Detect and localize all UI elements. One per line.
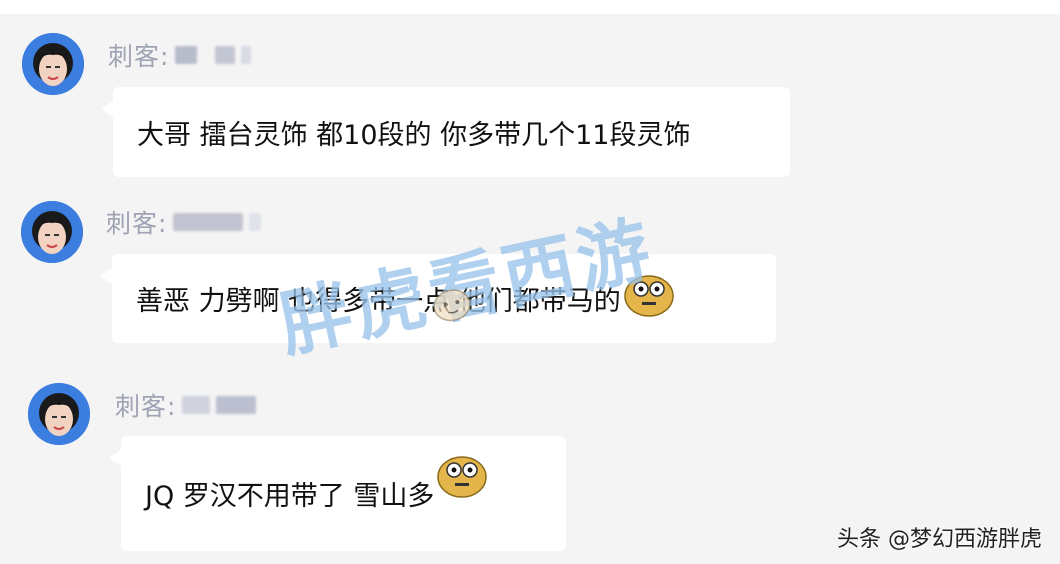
sender-name: 刺客: (115, 392, 177, 421)
redacted-name (249, 213, 262, 231)
message-bubble[interactable]: 大哥 擂台灵饰 都10段的 你多带几个11段灵饰 (101, 87, 790, 177)
sender-name: 刺客: (108, 42, 170, 71)
avatar[interactable] (28, 383, 90, 445)
redacted-name (215, 46, 236, 64)
redacted-name (175, 46, 198, 64)
avatar[interactable] (22, 33, 84, 95)
shocked-face-icon (436, 453, 488, 506)
message-text: 大哥 擂台灵饰 都10段的 你多带几个11段灵饰 (137, 119, 691, 151)
message-text: JQ 罗汉不用带了 雪山多 (145, 481, 435, 512)
message-text: 善恶 力劈啊 也得多带一点 他们都带马的 (136, 286, 621, 317)
sender-name: 刺客: (106, 209, 168, 238)
message-bubble[interactable]: 善恶 力劈啊 也得多带一点 他们都带马的 (100, 254, 776, 343)
redacted-name (241, 46, 252, 64)
top-strip (0, 0, 1060, 14)
redacted-name (173, 213, 244, 231)
shocked-face-icon (623, 272, 675, 325)
source-credit: 头条 @梦幻西游胖虎 (837, 527, 1042, 552)
message-bubble[interactable]: JQ 罗汉不用带了 雪山多 (109, 436, 566, 551)
avatar[interactable] (21, 201, 83, 263)
redacted-name (182, 396, 211, 414)
redacted-name (216, 396, 257, 414)
